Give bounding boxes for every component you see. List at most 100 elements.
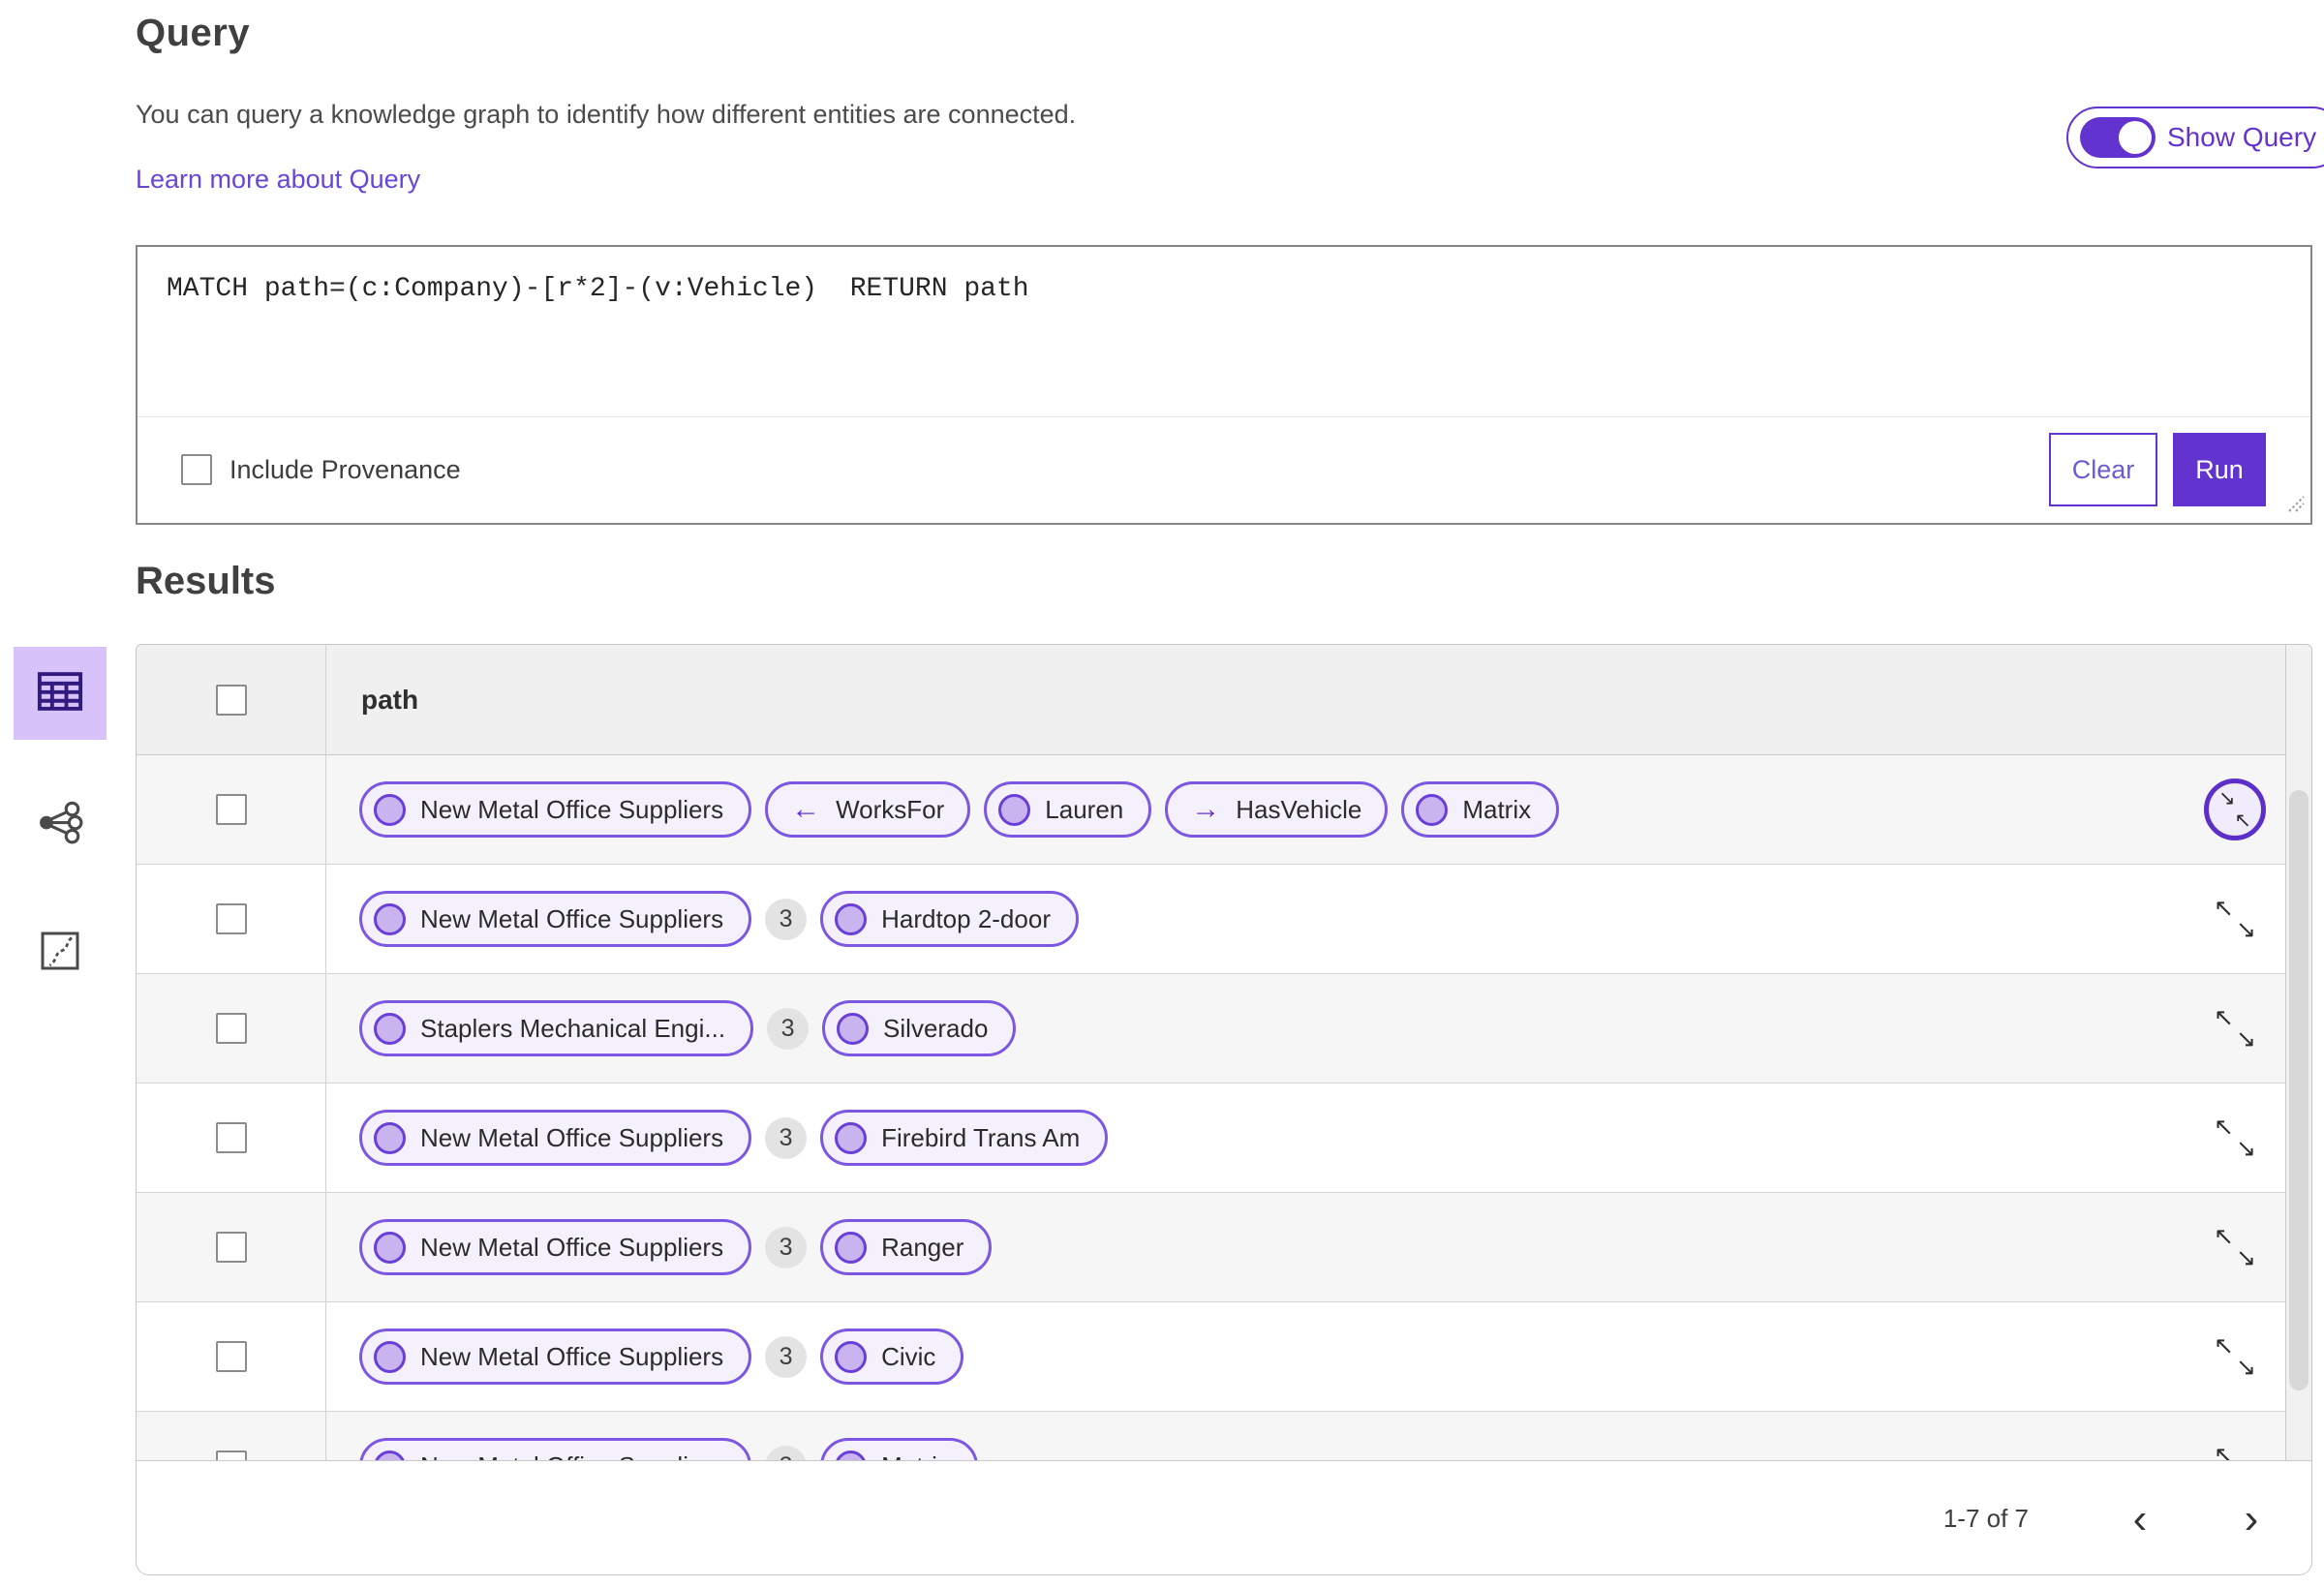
node-pill[interactable]: Matrix bbox=[820, 1438, 978, 1460]
expand-row-button[interactable]: ↖↘ bbox=[2212, 895, 2258, 943]
arrow-left-icon: ← bbox=[791, 793, 821, 825]
query-footer: Include Provenance Clear Run bbox=[138, 417, 2310, 522]
pagination-prev-button[interactable]: ‹ bbox=[2121, 1497, 2159, 1541]
table-view-icon bbox=[35, 666, 85, 721]
node-pill[interactable]: Staplers Mechanical Engi... bbox=[359, 1000, 754, 1056]
query-panel: MATCH path=(c:Company)-[r*2]-(v:Vehicle)… bbox=[136, 245, 2312, 525]
node-pill[interactable]: Hardtop 2-door bbox=[820, 891, 1079, 947]
arrow-right-icon: → bbox=[1191, 793, 1221, 825]
learn-more-link[interactable]: Learn more about Query bbox=[136, 165, 420, 195]
node-label: Firebird Trans Am bbox=[881, 1122, 1081, 1152]
query-input[interactable]: MATCH path=(c:Company)-[r*2]-(v:Vehicle)… bbox=[138, 247, 2310, 417]
node-pill[interactable]: New Metal Office Suppliers bbox=[359, 1328, 752, 1385]
expand-arrow-icon: ↘ bbox=[2236, 1135, 2256, 1162]
scrollbar-thumb[interactable] bbox=[2289, 790, 2309, 1390]
node-label: Silverado bbox=[883, 1013, 989, 1043]
node-pill[interactable]: Silverado bbox=[822, 1000, 1017, 1056]
node-pill[interactable]: Lauren bbox=[984, 781, 1152, 838]
node-icon bbox=[835, 1231, 868, 1264]
collapse-arrow-icon: ↖ bbox=[2234, 809, 2251, 832]
table-row: New Metal Office Suppliers 3 Civic ↖ ↘ bbox=[137, 1302, 2285, 1412]
expand-arrow-icon: ↖ bbox=[2214, 895, 2234, 922]
expand-arrow-icon: ↖ bbox=[2214, 1114, 2234, 1141]
expand-arrow-icon: ↘ bbox=[2236, 1354, 2256, 1381]
results-rows: New Metal Office Suppliers ← WorksFor Laure… bbox=[137, 755, 2285, 1460]
collapse-row-button[interactable]: ↘ ↖ bbox=[2204, 779, 2266, 840]
page-title: Query bbox=[136, 12, 251, 54]
node-icon bbox=[837, 1012, 870, 1045]
node-icon bbox=[374, 1231, 406, 1264]
node-icon bbox=[835, 1340, 868, 1373]
node-pill[interactable]: New Metal Office Suppliers bbox=[359, 1110, 752, 1166]
node-label: New Metal Office Suppliers bbox=[420, 1232, 724, 1262]
node-icon bbox=[1416, 793, 1449, 826]
node-label: Matrix bbox=[1462, 794, 1532, 824]
relationship-count-badge: 3 bbox=[765, 1445, 808, 1460]
node-label: Lauren bbox=[1045, 794, 1124, 824]
textarea-resize-handle[interactable] bbox=[2285, 493, 2307, 519]
graph-view-button[interactable] bbox=[14, 777, 107, 870]
relationship-count-badge: 3 bbox=[765, 898, 808, 940]
row-checkbox[interactable] bbox=[215, 1451, 247, 1460]
table-row: New Metal Office Suppliers 3 Firebird Tran… bbox=[137, 1084, 2285, 1193]
relationship-label: HasVehicle bbox=[1236, 794, 1362, 824]
toggle-switch-icon[interactable] bbox=[2080, 117, 2156, 158]
row-checkbox[interactable] bbox=[215, 1122, 247, 1153]
node-pill[interactable]: New Metal Office Suppliers bbox=[359, 781, 752, 838]
pagination-bar: 1-7 of 7 ‹ › bbox=[137, 1460, 2311, 1574]
row-checkbox[interactable] bbox=[215, 794, 247, 825]
expand-arrow-icon: ↖ bbox=[2214, 1223, 2234, 1250]
clear-button[interactable]: Clear bbox=[2049, 433, 2157, 506]
page-description: You can query a knowledge graph to ident… bbox=[136, 100, 1077, 129]
pagination-next-button[interactable]: › bbox=[2232, 1497, 2271, 1541]
node-pill[interactable]: New Metal Office Suppliers bbox=[359, 1219, 752, 1275]
show-query-label: Show Query bbox=[2167, 122, 2317, 152]
node-pill[interactable]: Firebird Trans Am bbox=[820, 1110, 1109, 1166]
row-checkbox[interactable] bbox=[215, 1013, 247, 1044]
node-label: Matrix bbox=[881, 1451, 950, 1461]
expand-row-button[interactable]: ↖↘ bbox=[2212, 1004, 2258, 1053]
path-cell: New Metal Office Suppliers 3 Ranger bbox=[326, 1193, 2185, 1301]
row-checkbox[interactable] bbox=[215, 903, 247, 934]
node-icon bbox=[835, 1450, 868, 1460]
show-query-toggle[interactable]: Show Query bbox=[2066, 107, 2324, 168]
run-button[interactable]: Run bbox=[2173, 433, 2266, 506]
expand-arrow-icon: ↖ bbox=[2214, 1004, 2234, 1031]
row-checkbox[interactable] bbox=[215, 1232, 247, 1263]
expand-row-button[interactable]: ↖↘ bbox=[2212, 1114, 2258, 1162]
expand-row-button[interactable]: ↖↘ bbox=[2212, 1332, 2258, 1381]
include-provenance-checkbox[interactable] bbox=[181, 454, 212, 485]
table-row: New Metal Office Suppliers 3 Hardtop 2-doo… bbox=[137, 865, 2285, 974]
table-row: Staplers Mechanical Engi... 3 Silverado ↖ ↘ bbox=[137, 974, 2285, 1084]
node-label: New Metal Office Suppliers bbox=[420, 1451, 723, 1461]
path-cell: Staplers Mechanical Engi... 3 Silverado bbox=[326, 974, 2185, 1083]
query-actions: Clear Run bbox=[2049, 433, 2266, 506]
relationship-pill[interactable]: → HasVehicle bbox=[1165, 781, 1389, 838]
expand-row-button[interactable]: ↖↘ bbox=[2212, 1442, 2258, 1460]
expand-arrow-icon: ↖ bbox=[2214, 1332, 2234, 1359]
node-label: Hardtop 2-door bbox=[881, 903, 1051, 933]
select-all-checkbox[interactable] bbox=[215, 684, 247, 716]
table-scrollbar[interactable] bbox=[2285, 645, 2311, 1460]
node-pill[interactable]: Civic bbox=[820, 1328, 964, 1385]
node-pill[interactable]: New Metal Office Suppliers bbox=[359, 1438, 752, 1461]
node-pill[interactable]: Ranger bbox=[820, 1219, 993, 1275]
include-provenance-label: Include Provenance bbox=[229, 454, 461, 484]
expand-arrow-icon: ↖ bbox=[2214, 1442, 2234, 1460]
node-pill[interactable]: Matrix bbox=[1401, 781, 1560, 838]
row-checkbox[interactable] bbox=[215, 1341, 247, 1372]
table-view-button[interactable] bbox=[14, 647, 107, 740]
node-icon bbox=[835, 902, 868, 935]
toggle-knob bbox=[2119, 121, 2152, 154]
node-label: New Metal Office Suppliers bbox=[420, 903, 724, 933]
query-page: Query You can query a knowledge graph to… bbox=[0, 0, 2324, 1588]
map-view-button[interactable] bbox=[14, 906, 107, 999]
relationship-pill[interactable]: ← WorksFor bbox=[765, 781, 971, 838]
map-view-icon bbox=[37, 928, 83, 979]
relationship-count-badge: 3 bbox=[765, 1116, 808, 1159]
table-row: New Metal Office Suppliers ← WorksFor Laure… bbox=[137, 755, 2285, 865]
path-cell: New Metal Office Suppliers ← WorksFor Laure… bbox=[326, 755, 2185, 864]
include-provenance-option[interactable]: Include Provenance bbox=[181, 454, 461, 485]
node-pill[interactable]: New Metal Office Suppliers bbox=[359, 891, 752, 947]
expand-row-button[interactable]: ↖↘ bbox=[2212, 1223, 2258, 1271]
